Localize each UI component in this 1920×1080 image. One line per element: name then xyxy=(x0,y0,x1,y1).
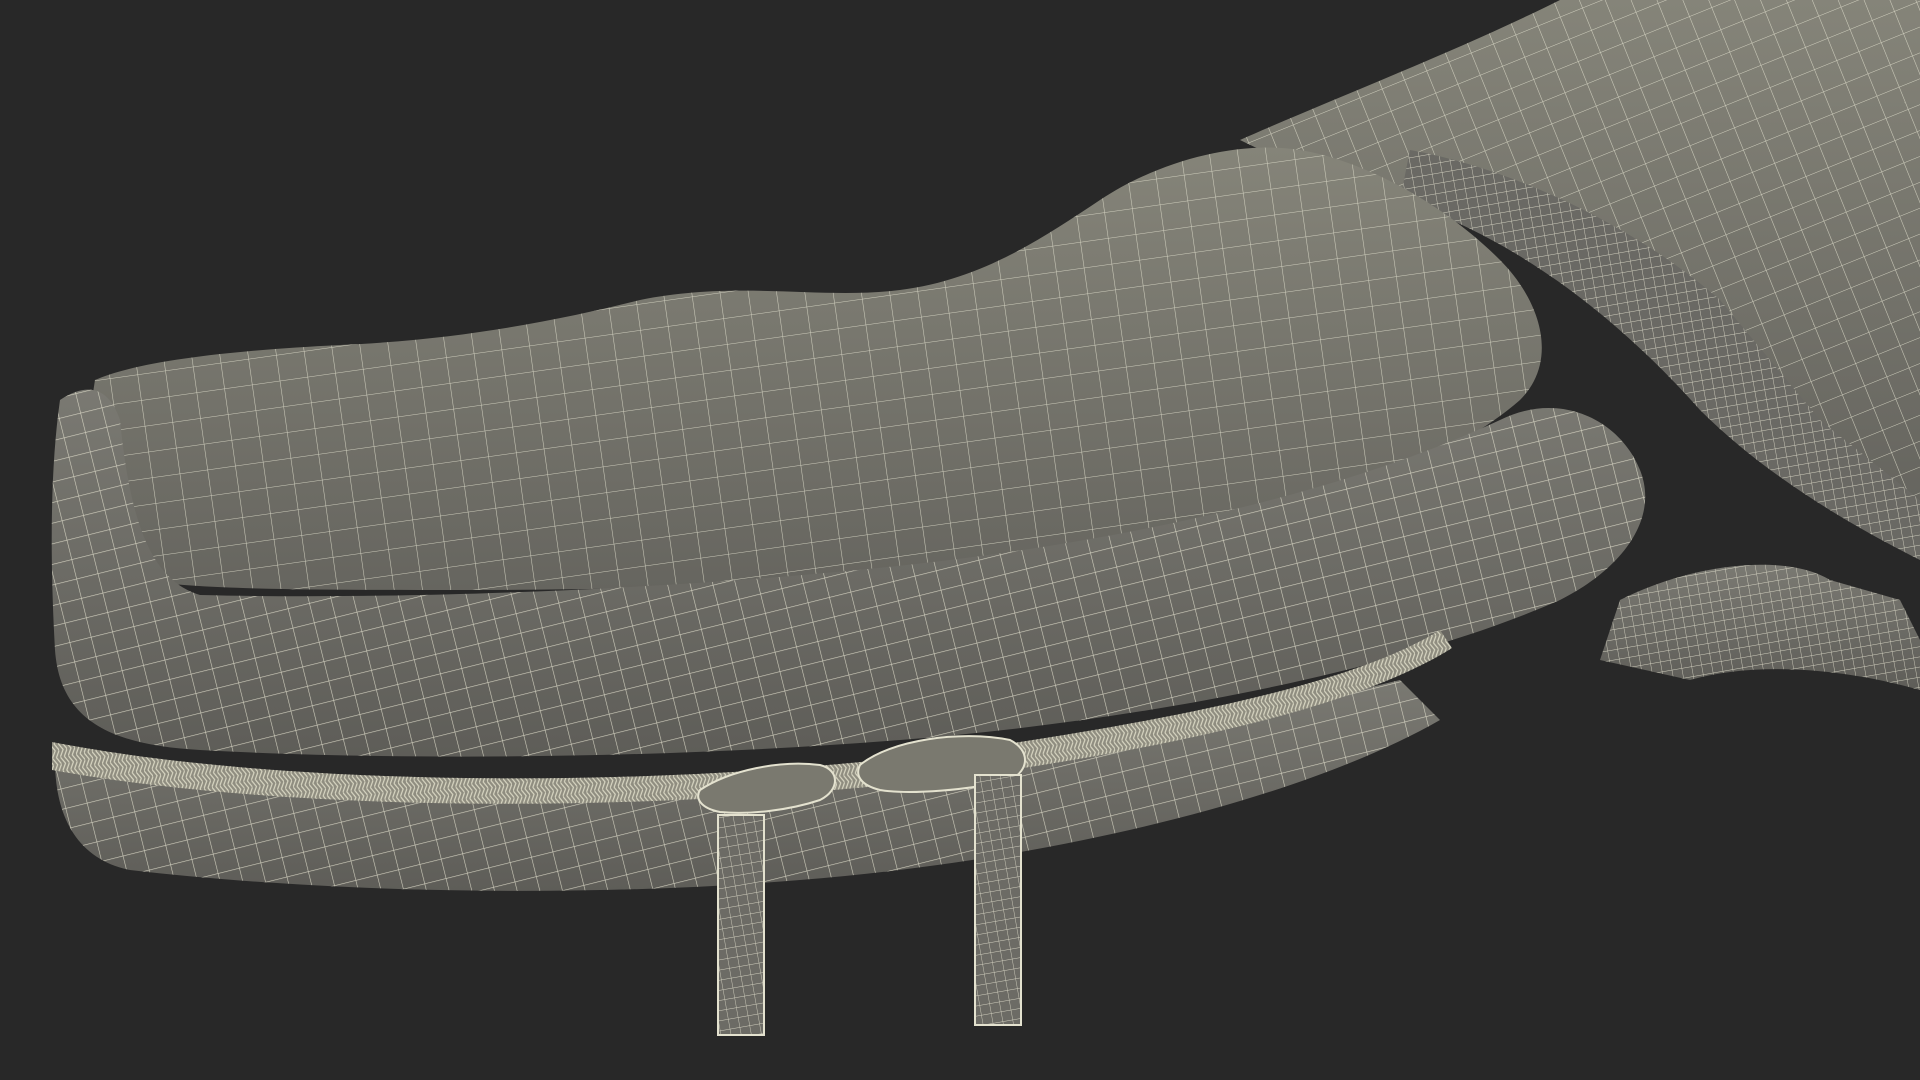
shoulder-strap xyxy=(1600,564,1920,690)
wireframe-render xyxy=(51,0,1920,1036)
zipper-pull-right xyxy=(857,735,1026,1026)
render-viewport xyxy=(0,0,1920,1080)
